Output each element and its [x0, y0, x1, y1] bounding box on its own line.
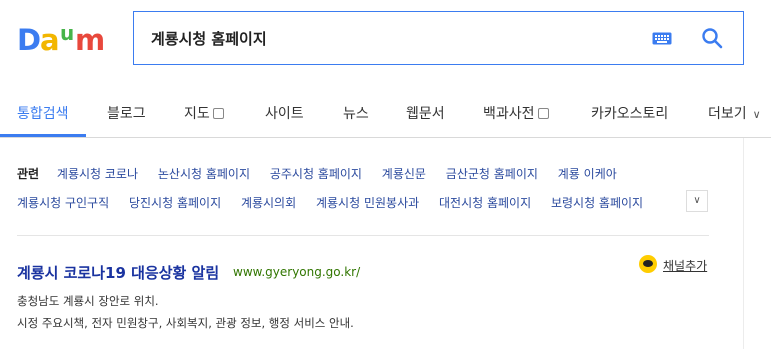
tab-more-label: 더보기	[708, 106, 747, 122]
related-row-1: 관련 계룡시청 코로나 논산시청 홈페이지 공주시청 홈페이지 계룡신문 금산군…	[17, 165, 633, 182]
checkbox-icon	[212, 107, 224, 119]
related-link[interactable]: 공주시청 홈페이지	[270, 167, 362, 181]
add-channel-link[interactable]: 채널추가	[663, 257, 707, 274]
related-link[interactable]: 계룡 이케아	[558, 167, 617, 181]
svg-text:u: u	[60, 23, 74, 45]
related-link[interactable]: 논산시청 홈페이지	[158, 167, 250, 181]
tab-encyclopedia[interactable]: 백과사전	[483, 103, 549, 123]
tab-integrated[interactable]: 통합검색	[17, 103, 69, 123]
related-link[interactable]: 보령시청 홈페이지	[551, 196, 643, 210]
related-link[interactable]: 계룡시의회	[241, 196, 296, 210]
tab-blog[interactable]: 블로그	[107, 103, 146, 123]
tab-kakaostory[interactable]: 카카오스토리	[591, 103, 668, 123]
chevron-down-icon: ∨	[752, 108, 761, 121]
related-label: 관련	[17, 167, 40, 181]
tab-map[interactable]: 지도	[184, 103, 224, 123]
column-divider	[743, 138, 744, 349]
active-tab-indicator	[0, 134, 86, 137]
related-link[interactable]: 금산군청 홈페이지	[446, 167, 538, 181]
tab-more[interactable]: 더보기 ∨	[708, 103, 761, 123]
tab-map-label: 지도	[184, 106, 210, 122]
related-link[interactable]: 계룡시청 구인구직	[17, 196, 109, 210]
result-description-line: 충청남도 계룡시 장안로 위치.	[17, 294, 159, 308]
checkbox-icon	[537, 107, 549, 119]
related-link[interactable]: 계룡시청 민원봉사과	[316, 196, 419, 210]
tab-news[interactable]: 뉴스	[343, 103, 369, 123]
svg-text:D: D	[17, 23, 41, 55]
kakao-channel-icon[interactable]	[639, 255, 657, 273]
section-divider	[17, 235, 709, 236]
svg-text:m: m	[75, 23, 105, 55]
related-link[interactable]: 계룡신문	[382, 167, 426, 181]
search-icon[interactable]	[701, 27, 723, 49]
search-tabs: 통합검색 블로그 지도 사이트 뉴스 웹문서 백과사전 카카오스토리 더보기 ∨	[0, 86, 771, 138]
search-input[interactable]	[151, 26, 631, 50]
daum-logo[interactable]: D a u m	[17, 23, 113, 55]
tab-site[interactable]: 사이트	[265, 103, 304, 123]
tab-webdoc[interactable]: 웹문서	[406, 103, 445, 123]
related-link[interactable]: 계룡시청 코로나	[57, 167, 138, 181]
keyboard-icon[interactable]	[652, 32, 672, 45]
tab-encyclopedia-label: 백과사전	[483, 106, 535, 122]
related-row-2: 계룡시청 구인구직 당진시청 홈페이지 계룡시의회 계룡시청 민원봉사과 대전시…	[17, 194, 659, 211]
search-box	[133, 11, 744, 65]
result-description-line: 시정 주요시책, 전자 민원창구, 사회복지, 관광 정보, 행정 서비스 안내…	[17, 316, 354, 330]
result-url[interactable]: www.gyeryong.go.kr/	[233, 265, 360, 279]
related-link[interactable]: 당진시청 홈페이지	[129, 196, 221, 210]
svg-text:a: a	[40, 23, 60, 55]
chevron-down-icon: ∨	[693, 195, 701, 206]
result-title-link[interactable]: 계룡시 코로나19 대응상황 알림	[17, 262, 219, 283]
related-link[interactable]: 대전시청 홈페이지	[439, 196, 531, 210]
related-expand-button[interactable]: ∨	[686, 190, 708, 212]
